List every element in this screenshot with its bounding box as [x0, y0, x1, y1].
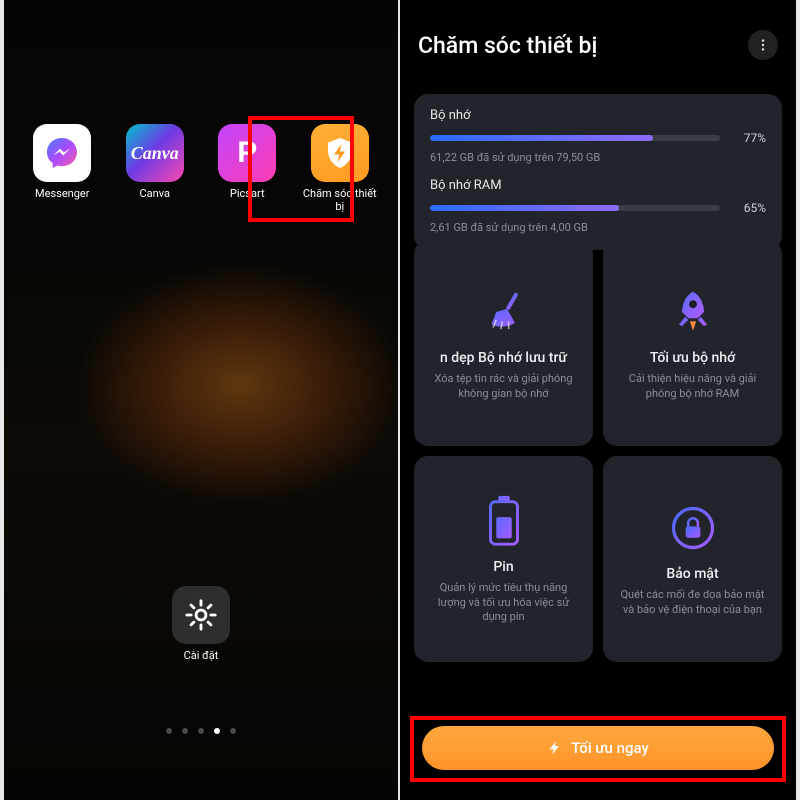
- wallpaper: [4, 0, 398, 800]
- app-picsart[interactable]: P Picsart: [205, 124, 290, 213]
- ram-detail: 2,61 GB đã sử dụng trên 4,00 GB: [430, 221, 766, 234]
- picsart-icon: P: [218, 124, 276, 182]
- tile-desc: Quản lý mức tiêu thụ năng lượng và tối ư…: [426, 581, 581, 626]
- app-label: Chăm sóc thiết bị: [299, 188, 381, 213]
- more-vertical-icon: [756, 38, 770, 52]
- feature-grid: n dẹp Bộ nhớ lưu trữ Xóa tệp tin rác và …: [414, 240, 782, 662]
- tile-security[interactable]: Bảo mật Quét các mối đe dọa bảo mật và b…: [603, 456, 782, 662]
- left-phone: Messenger Canva Canva P Picsart Chăm sóc…: [4, 0, 398, 800]
- tile-desc: Quét các mối đe dọa bảo mật và bảo vệ đi…: [615, 588, 770, 618]
- messenger-icon: [33, 124, 91, 182]
- tile-title: Bảo mật: [666, 566, 718, 582]
- page-dot: [182, 728, 188, 734]
- app-label: Cài đặt: [184, 650, 219, 663]
- tile-title: Pin: [493, 559, 513, 575]
- broom-icon: [476, 284, 532, 340]
- tile-battery[interactable]: Pin Quản lý mức tiêu thụ năng lượng và t…: [414, 456, 593, 662]
- app-label: Canva: [140, 188, 170, 201]
- optimize-now-button[interactable]: Tối ưu ngay: [422, 726, 774, 770]
- lock-circle-icon: [665, 500, 721, 556]
- canva-icon: Canva: [126, 124, 184, 182]
- app-label: Picsart: [230, 188, 265, 201]
- tile-clean-storage[interactable]: n dẹp Bộ nhớ lưu trữ Xóa tệp tin rác và …: [414, 240, 593, 446]
- app-grid: Messenger Canva Canva P Picsart Chăm sóc…: [20, 124, 382, 213]
- app-settings[interactable]: Cài đặt: [4, 586, 398, 663]
- rocket-icon: [665, 284, 721, 340]
- more-button[interactable]: [748, 30, 778, 60]
- bolt-icon: [547, 739, 563, 757]
- tile-title: Tối ưu bộ nhớ: [650, 350, 735, 366]
- header: Chăm sóc thiết bị: [418, 30, 778, 60]
- ram-title: Bộ nhớ RAM: [430, 178, 766, 193]
- gear-icon: [172, 586, 230, 644]
- tile-optimize-memory[interactable]: Tối ưu bộ nhớ Cải thiện hiệu năng và giả…: [603, 240, 782, 446]
- storage-percent: 77%: [732, 131, 766, 145]
- memory-card[interactable]: Bộ nhớ 77% 61,22 GB đã sử dụng trên 79,5…: [414, 94, 782, 250]
- page-dot: [198, 728, 204, 734]
- page-dot: [230, 728, 236, 734]
- app-messenger[interactable]: Messenger: [20, 124, 105, 213]
- tile-title: n dẹp Bộ nhớ lưu trữ: [440, 350, 567, 366]
- page-dot: [166, 728, 172, 734]
- app-device-care[interactable]: Chăm sóc thiết bị: [298, 124, 383, 213]
- storage-detail: 61,22 GB đã sử dụng trên 79,50 GB: [430, 151, 766, 164]
- right-phone: Chăm sóc thiết bị Bộ nhớ 77% 61,22 GB đã…: [400, 0, 796, 800]
- device-care-shield-icon: [311, 124, 369, 182]
- ram-progress: [430, 205, 720, 211]
- page-title: Chăm sóc thiết bị: [418, 32, 597, 59]
- app-canva[interactable]: Canva Canva: [113, 124, 198, 213]
- app-label: Messenger: [35, 188, 89, 201]
- tile-desc: Cải thiện hiệu năng và giải phóng bộ nhớ…: [615, 372, 770, 402]
- battery-icon: [476, 493, 532, 549]
- page-indicator[interactable]: [4, 728, 398, 734]
- storage-title: Bộ nhớ: [430, 108, 766, 123]
- ram-percent: 65%: [732, 201, 766, 215]
- optimize-label: Tối ưu ngay: [571, 739, 649, 757]
- storage-progress: [430, 135, 720, 141]
- page-dot-active: [214, 728, 220, 734]
- tile-desc: Xóa tệp tin rác và giải phóng không gian…: [426, 372, 581, 402]
